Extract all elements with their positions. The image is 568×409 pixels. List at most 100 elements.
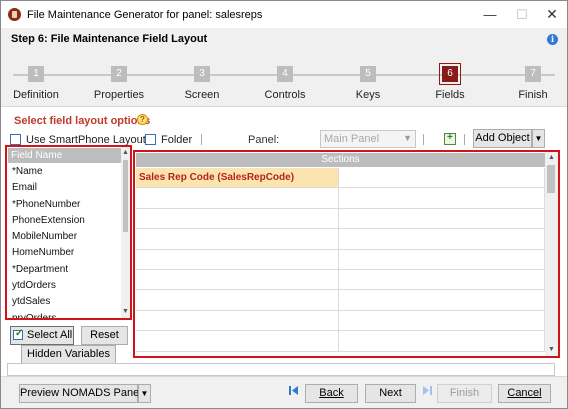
section-cell[interactable]	[136, 310, 339, 331]
section-cell[interactable]	[339, 208, 545, 229]
select-all-label: Select All	[27, 329, 73, 341]
minimize-button[interactable]: —	[474, 1, 506, 28]
options-title: Select field layout options	[14, 115, 151, 127]
preview-dropdown[interactable]: ▼	[138, 384, 151, 403]
step-number: 5	[360, 66, 376, 82]
panel-select-value: Main Panel	[324, 133, 380, 145]
cancel-button[interactable]: Cancel	[498, 384, 551, 403]
folder-label: Folder	[161, 134, 193, 146]
field-name-list[interactable]: Field Name *Name Email *PhoneNumber Phon…	[5, 145, 132, 320]
next-button[interactable]: Next	[365, 384, 416, 403]
list-item[interactable]: *PhoneNumber	[8, 197, 121, 213]
hidden-variables-button[interactable]: Hidden Variables	[21, 345, 116, 364]
list-item[interactable]: *Name	[8, 164, 121, 180]
panel-label: Panel:	[248, 134, 280, 146]
step-number: 4	[277, 66, 293, 82]
placed-field-label[interactable]: Sales Rep Code (SalesRepCode)	[139, 172, 294, 183]
step-label: Fields	[435, 89, 465, 101]
section-cell[interactable]	[339, 229, 545, 249]
add-object-button[interactable]: Add Object	[473, 129, 532, 148]
add-object-dropdown[interactable]: ▼	[532, 129, 545, 148]
section-cell[interactable]	[136, 290, 339, 310]
scroll-down-icon[interactable]: ▼	[121, 306, 130, 318]
table-row	[136, 290, 545, 311]
step-label: Finish	[518, 89, 548, 101]
list-item[interactable]: pryOrders	[8, 311, 121, 318]
last-page-icon[interactable]	[423, 386, 432, 395]
list-item[interactable]: MobileNumber	[8, 229, 121, 245]
list-item[interactable]: *Department	[8, 262, 121, 278]
sections-rows: Sales Rep Code (SalesRepCode)	[136, 168, 545, 352]
toolbar-separator	[423, 134, 424, 145]
section-cell[interactable]	[339, 249, 545, 269]
section-cell[interactable]	[339, 168, 545, 188]
list-item[interactable]: ytdOrders	[8, 278, 121, 294]
step-number: 1	[28, 66, 44, 82]
step-number: 3	[194, 66, 210, 82]
step-label: Keys	[355, 89, 381, 101]
section-cell[interactable]	[136, 229, 339, 249]
section-cell[interactable]	[136, 331, 339, 351]
wizard-header: Step 6: File Maintenance Field Layout i …	[1, 28, 567, 114]
checkmark-icon: ✓	[15, 328, 24, 339]
section-cell[interactable]	[339, 331, 545, 351]
section-cell[interactable]	[339, 310, 545, 331]
help-icon[interactable]: i	[547, 34, 558, 45]
toolbar-separator	[464, 134, 465, 145]
field-name-header: Field Name	[8, 148, 121, 163]
maximize-button[interactable]: ☐	[506, 1, 538, 28]
chevron-down-icon: ▼	[403, 133, 412, 143]
first-page-icon[interactable]	[289, 386, 298, 395]
table-row	[136, 269, 545, 291]
scroll-up-icon[interactable]: ▲	[121, 147, 130, 159]
scroll-thumb[interactable]	[547, 165, 555, 193]
panel-select[interactable]: Main Panel ▼	[320, 130, 416, 148]
table-row	[136, 188, 545, 209]
section-cell[interactable]	[136, 249, 339, 269]
preview-nomads-panel-button[interactable]: Preview NOMADS Panel	[19, 384, 142, 403]
sections-scrollbar[interactable]: ▲ ▼	[545, 152, 558, 356]
scroll-up-icon[interactable]: ▲	[545, 152, 558, 164]
close-button[interactable]: ✕	[536, 1, 567, 28]
section-cell[interactable]	[136, 188, 339, 208]
section-cell[interactable]	[339, 188, 545, 208]
back-button[interactable]: Back	[305, 384, 358, 403]
window-title: File Maintenance Generator for panel: sa…	[27, 9, 263, 21]
scroll-thumb[interactable]	[123, 160, 128, 232]
sections-grid[interactable]: Sections Sales Rep Code (SalesRepCode) ▲…	[133, 150, 560, 358]
back-label: Back	[319, 387, 344, 399]
add-field-icon[interactable]	[444, 132, 456, 145]
table-row	[136, 208, 545, 230]
step-label: Controls	[264, 89, 306, 101]
field-list-scrollbar[interactable]: ▲ ▼	[121, 147, 130, 318]
section-cell[interactable]	[339, 290, 545, 310]
toolbar-separator	[201, 134, 202, 145]
step-label: Definition	[13, 89, 59, 101]
list-item[interactable]: HomeNumber	[8, 245, 121, 261]
section-cell[interactable]	[136, 269, 339, 290]
info-icon[interactable]: ?	[137, 114, 148, 125]
list-item[interactable]: ytdSales	[8, 294, 121, 310]
list-item[interactable]: PhoneExtension	[8, 213, 121, 229]
select-all-checkbox[interactable]: ✓	[13, 328, 24, 340]
section-cell[interactable]	[339, 269, 545, 290]
title-bar: File Maintenance Generator for panel: sa…	[1, 1, 567, 28]
table-row: Sales Rep Code (SalesRepCode)	[136, 168, 545, 189]
app-icon	[8, 8, 21, 21]
section-cell[interactable]: Sales Rep Code (SalesRepCode)	[136, 168, 339, 188]
table-row	[136, 249, 545, 270]
step-number: 7	[525, 66, 541, 82]
finish-button[interactable]: Finish	[437, 384, 492, 403]
sections-header: Sections	[136, 153, 545, 167]
step-number: 2	[111, 66, 127, 82]
section-cell[interactable]	[136, 208, 339, 229]
smartphone-layout-checkbox[interactable]	[10, 134, 21, 145]
footer-divider	[1, 376, 567, 377]
table-row	[136, 229, 545, 250]
reset-button[interactable]: Reset	[81, 326, 128, 345]
step-number: 6	[439, 63, 461, 85]
folder-checkbox[interactable]	[145, 134, 156, 145]
layout-options-panel: Select field layout options ? Use SmartP…	[1, 107, 567, 377]
scroll-down-icon[interactable]: ▼	[545, 344, 558, 356]
list-item[interactable]: Email	[8, 180, 121, 196]
